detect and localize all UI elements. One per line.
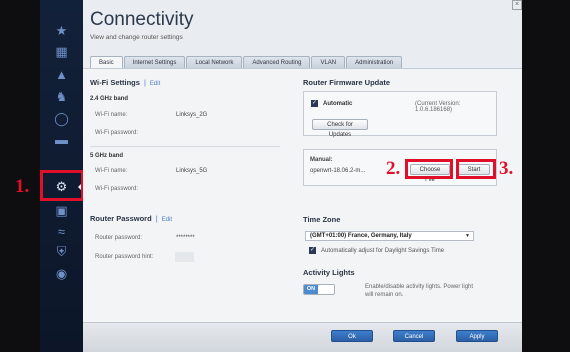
dst-label: Automatically adjust for Daylight Saving…: [321, 248, 445, 254]
close-icon[interactable]: ×: [512, 0, 522, 10]
tab-basic[interactable]: Basic: [90, 56, 123, 68]
alert-icon[interactable]: ▲: [53, 66, 70, 83]
page-subtitle: View and change router settings: [90, 34, 183, 41]
wifi-5-password-label: Wi-Fi password:: [95, 186, 139, 192]
time-zone-title: Time Zone: [303, 215, 341, 224]
band-divider: [90, 146, 280, 147]
page-title: Connectivity: [90, 9, 194, 30]
router-password-header: Router Password | Edit: [90, 214, 172, 223]
activity-lights-title: Activity Lights: [303, 268, 355, 277]
router-password-edit-link[interactable]: Edit: [162, 217, 172, 223]
dst-checkbox[interactable]: ✓: [309, 247, 316, 254]
wifi-settings-title: Wi-Fi Settings: [90, 78, 140, 87]
activity-lights-description: Enable/disable activity lights. Power li…: [365, 284, 474, 298]
step-2-highlight: [405, 159, 453, 179]
parental-controls-icon[interactable]: ♞: [53, 88, 70, 105]
time-zone-selected-value: (GMT+01:00) France, Germany, Italy: [310, 233, 412, 239]
wifi-24-name-value: Linksys_2G: [176, 112, 208, 118]
tab-administration[interactable]: Administration: [346, 56, 403, 68]
wifi-edit-link[interactable]: Edit: [150, 81, 160, 87]
wifi-5-name-label: Wi-Fi name:: [95, 168, 128, 174]
band-24-label: 2.4 GHz band: [90, 96, 129, 102]
tab-vlan[interactable]: VLAN: [311, 56, 346, 68]
tab-advanced-routing[interactable]: Advanced Routing: [243, 56, 311, 68]
tab-bar: Basic Internet Settings Local Network Ad…: [90, 56, 403, 68]
manual-file-name: openwrt-18.06.2-m...: [310, 168, 366, 174]
router-password-hint-field: [175, 252, 194, 262]
band-5-label: 5 GHz band: [90, 153, 124, 159]
devices-icon[interactable]: ▦: [53, 43, 70, 60]
router-password-label: Router password:: [95, 235, 143, 241]
firmware-update-title: Router Firmware Update: [303, 78, 391, 87]
automatic-label: Automatic: [323, 101, 353, 107]
time-zone-select[interactable]: (GMT+01:00) France, Germany, Italy ▼: [305, 231, 474, 241]
security-shield-icon[interactable]: ⛨: [53, 243, 70, 260]
external-storage-icon[interactable]: ▬: [53, 131, 70, 148]
step-3-highlight: [456, 159, 496, 179]
wireless-icon[interactable]: ≈: [53, 223, 70, 240]
chevron-down-icon: ▼: [465, 233, 470, 239]
router-password-value: ********: [176, 235, 195, 241]
check-for-updates-button[interactable]: Check for Updates: [312, 119, 368, 138]
screen-edge: [522, 0, 570, 352]
router-password-separator: |: [155, 214, 158, 223]
wifi-24-password-label: Wi-Fi password:: [95, 130, 139, 136]
wifi-24-name-label: Wi-Fi name:: [95, 112, 128, 118]
step-3-label: 3.: [499, 158, 514, 179]
router-password-hint-label: Router password hint:: [95, 254, 154, 260]
linksys-icon[interactable]: ◉: [53, 265, 70, 282]
footer-bar: Ok Cancel Apply: [83, 322, 522, 352]
manual-label: Manual:: [310, 157, 333, 163]
apply-button[interactable]: Apply: [456, 330, 498, 342]
toggle-on-label: ON: [304, 285, 318, 294]
cancel-button[interactable]: Cancel: [393, 330, 435, 342]
step-1-highlight: [40, 170, 84, 201]
basic-panel: Wi-Fi Settings | Edit 2.4 GHz band Wi-Fi n…: [83, 68, 522, 352]
router-password-title: Router Password: [90, 214, 152, 223]
step-1-label: 1.: [15, 176, 30, 197]
firmware-auto-box: ✓ Automatic (Current Version: 1.0.6.1861…: [303, 91, 497, 138]
current-version-text: (Current Version: 1.0.6.186168): [415, 101, 461, 113]
automatic-checkbox[interactable]: ✓: [311, 100, 318, 107]
camera-icon[interactable]: ▣: [53, 202, 70, 219]
tab-local-network[interactable]: Local Network: [186, 56, 243, 68]
speed-icon[interactable]: ◯: [53, 110, 70, 127]
wifi-separator: |: [143, 78, 146, 87]
wifi-5-name-value: Linksys_5G: [176, 168, 208, 174]
ok-button[interactable]: Ok: [331, 330, 373, 342]
step-2-label: 2.: [386, 158, 401, 179]
wifi-settings-header: Wi-Fi Settings | Edit: [90, 78, 160, 87]
activity-lights-toggle[interactable]: ON: [303, 284, 335, 295]
network-map-icon[interactable]: ★: [53, 22, 70, 39]
tab-internet-settings[interactable]: Internet Settings: [123, 56, 186, 68]
